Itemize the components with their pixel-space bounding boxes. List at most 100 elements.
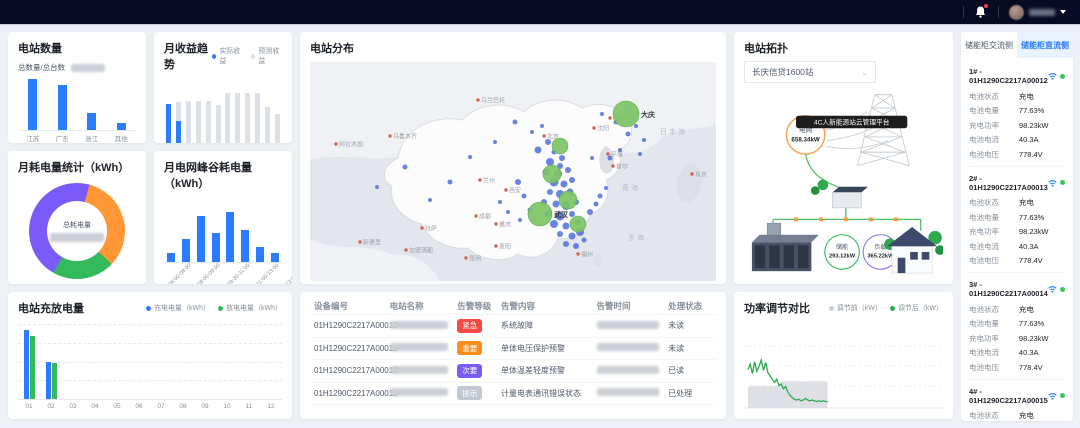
bar-predicted [275, 114, 280, 143]
station-dot-blue[interactable] [569, 211, 575, 217]
station-dot-blue[interactable] [448, 180, 453, 185]
station-dot-blue[interactable] [498, 200, 502, 204]
legend-item[interactable]: 充电电量（kWh） [146, 303, 210, 313]
station-dot-blue[interactable] [598, 194, 603, 199]
station-dot-blue[interactable] [608, 156, 613, 161]
station-dot-blue[interactable] [594, 202, 599, 207]
station-dot-blue[interactable] [535, 147, 542, 154]
legend-item[interactable]: 实际收益 [212, 46, 243, 66]
station-bubble-green[interactable] [528, 202, 552, 226]
station-dot-blue[interactable] [559, 155, 565, 161]
x-axis-label: 08:00-09:00 [197, 263, 222, 284]
station-dot-blue[interactable] [569, 233, 576, 240]
tab-dc-side[interactable]: 储能柜直流侧 [1017, 32, 1073, 58]
station-dot-blue[interactable] [573, 243, 579, 249]
field-label: 电池电压 [969, 149, 1019, 160]
map-taiwan [594, 253, 602, 267]
station-dot-blue[interactable] [506, 210, 510, 214]
notification-badge [984, 4, 988, 8]
table-row[interactable]: 01H1290C2217A00012紧急系统故障未读 [310, 315, 716, 338]
station-dot-blue[interactable] [618, 148, 622, 152]
notification-bell-icon[interactable] [974, 5, 988, 19]
bar-slot [18, 324, 40, 399]
station-dot-blue[interactable] [545, 139, 551, 145]
city-marker [504, 188, 507, 191]
station-dot-blue[interactable] [634, 124, 638, 128]
card-title: 电站拓扑 [744, 40, 943, 56]
station-dot-blue[interactable] [403, 165, 408, 170]
station-dot-blue[interactable] [550, 220, 558, 228]
station-dot-blue[interactable] [563, 241, 569, 247]
storage-node-value: 293.12kW [829, 254, 856, 260]
station-bubble-green[interactable] [559, 191, 577, 209]
user-menu[interactable] [1009, 5, 1066, 20]
station-dot-blue[interactable] [626, 132, 631, 137]
table-row[interactable]: 01H1290C2217A00012次要单体温差轻度预警已读 [310, 360, 716, 383]
city-marker [690, 172, 693, 175]
station-dot-blue[interactable] [518, 218, 522, 222]
masked-value [50, 233, 104, 242]
station-dot-blue[interactable] [569, 177, 575, 183]
battery-item-icons [1048, 285, 1065, 293]
station-bubble-green[interactable] [570, 216, 586, 232]
battery-item-header: 3# - 01H1290C2217A00014 [969, 280, 1065, 298]
legend-dot-icon [146, 306, 151, 311]
station-dot-blue[interactable] [582, 238, 587, 243]
masked-value [71, 64, 105, 72]
battery-item[interactable]: 4# - 01H1290C2217A00015电池状态充电 [969, 380, 1065, 422]
x-axis-label: 09 [194, 403, 216, 410]
station-selector-dropdown[interactable]: 长庆信贷1600站 ⌄ [744, 61, 876, 83]
pylon-icon [823, 95, 909, 166]
station-dot-blue[interactable] [468, 155, 472, 159]
station-dot-blue[interactable] [557, 231, 563, 237]
bar-predicted [255, 93, 260, 143]
legend-item[interactable]: 预测收益 [251, 46, 282, 66]
station-dot-blue[interactable] [547, 189, 553, 195]
x-axis-label: 13:00-15:00 [284, 263, 292, 284]
station-dot-blue[interactable] [513, 120, 518, 125]
station-dot-blue[interactable] [600, 112, 604, 116]
bar-slot [107, 79, 137, 130]
bar-predicted [265, 107, 270, 143]
selected-station: 长庆信贷1600站 [752, 66, 813, 78]
station-dot-blue[interactable] [493, 140, 497, 144]
station-dot-blue[interactable] [553, 201, 560, 208]
tab-ac-side[interactable]: 储能柜交流侧 [961, 32, 1017, 58]
station-dot-blue[interactable] [587, 209, 593, 215]
chart-legend: 调节前（kW） 调节后（kW） [829, 303, 943, 313]
legend-item[interactable]: 放电电量（kWh） [218, 303, 282, 313]
station-dot-blue[interactable] [565, 167, 571, 173]
legend-item[interactable]: 调节后（kW） [890, 303, 943, 313]
station-bubble-green[interactable] [613, 101, 639, 127]
alarm-time-cell-masked [597, 366, 669, 376]
table-row[interactable]: 01H1290C2217A00012重要单体电压保护预警未读 [310, 338, 716, 361]
avatar [1009, 5, 1024, 20]
bar-slot [238, 201, 253, 262]
table-row[interactable]: 01H1290C2217A00012提示计量电表通讯错误状态已处理 [310, 383, 716, 406]
legend-item[interactable]: 调节前（kW） [829, 303, 882, 313]
station-dot-blue[interactable] [638, 152, 642, 156]
alarm-time-cell-masked [597, 343, 669, 353]
china-map[interactable]: 黄海东海日本海 乌兰巴托乌鲁木齐阿拉木图北京沈阳长春平壤首尔东京西安兰州成都重庆… [310, 62, 716, 281]
station-dot-blue[interactable] [522, 194, 527, 199]
station-dot-blue[interactable] [642, 138, 646, 142]
station-dot-blue[interactable] [428, 198, 432, 202]
station-name-cell-masked [390, 321, 458, 331]
station-dot-blue[interactable] [590, 156, 594, 160]
station-bubble-green[interactable] [552, 138, 568, 154]
battery-item[interactable]: 1# - 01H1290C2217A00012电池状态充电电池电量77.63%充… [969, 60, 1065, 167]
city-label: 东京 [695, 171, 707, 179]
station-dot-blue[interactable] [604, 186, 608, 190]
bar-slot [216, 324, 238, 399]
station-dot-blue[interactable] [563, 223, 570, 230]
battery-item[interactable]: 3# - 01H1290C2217A00014电池状态充电电池电量77.63%充… [969, 273, 1065, 380]
bar-slot [238, 324, 260, 399]
station-bubble-green[interactable] [543, 165, 561, 183]
field-label: 充电功率 [969, 226, 1019, 237]
station-dot-blue[interactable] [515, 179, 521, 185]
station-dot-blue[interactable] [540, 124, 544, 128]
station-dot-blue[interactable] [530, 130, 534, 134]
battery-item[interactable]: 2# - 01H1290C2217A00013电池状态充电电池电量77.63%充… [969, 167, 1065, 274]
station-dot-blue[interactable] [561, 181, 568, 188]
station-dot-blue[interactable] [375, 185, 379, 189]
